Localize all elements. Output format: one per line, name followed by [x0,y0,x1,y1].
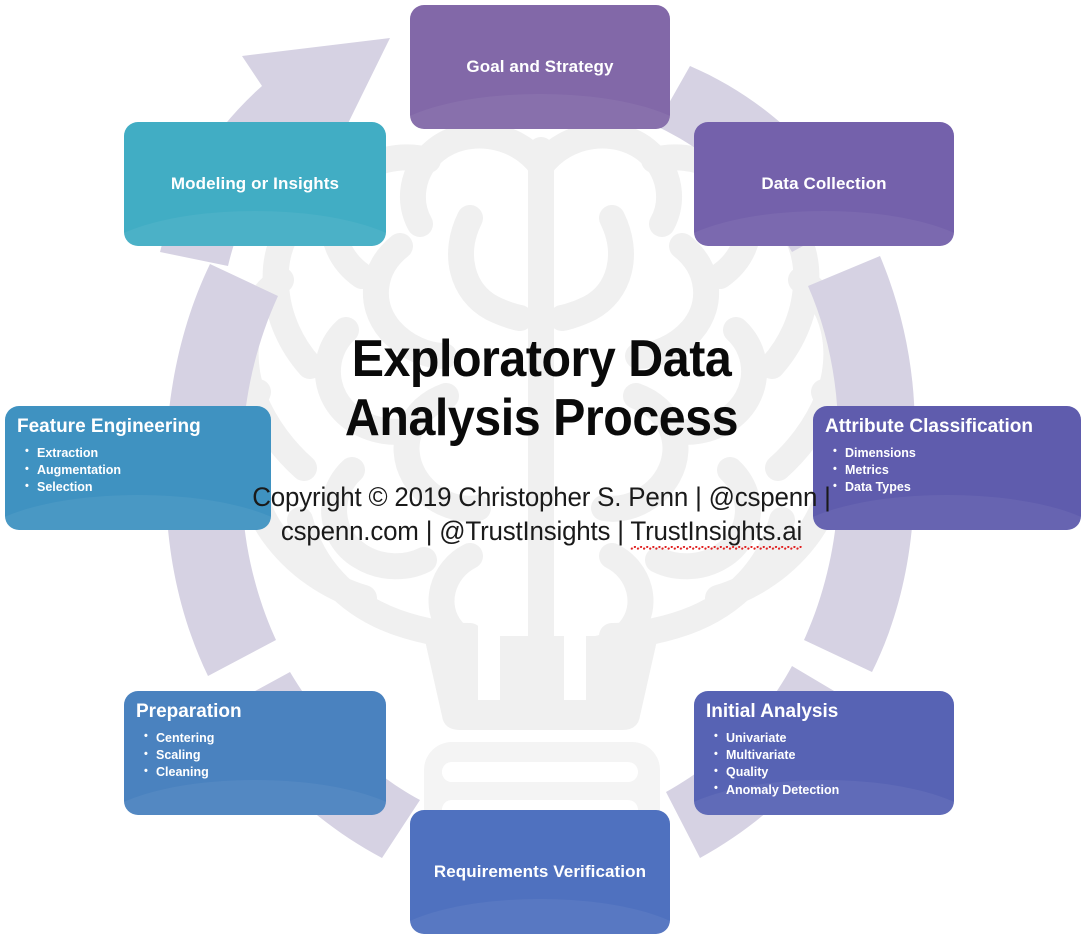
node-modeling-or-insights[interactable]: Modeling or Insights [124,122,386,246]
eda-process-diagram: Goal and Strategy Data Collection Attrib… [0,0,1083,938]
list-item: Multivariate [714,747,954,764]
copyright-line-2: cspenn.com | @TrustInsights | TrustInsig… [194,514,888,549]
node-title: Requirements Verification [433,861,647,881]
trustinsights-link[interactable]: TrustInsights.ai [630,516,802,550]
node-data-collection[interactable]: Data Collection [694,122,954,246]
page-title-line-1: Exploratory Data [351,330,732,388]
copyright-line-1: Copyright © 2019 Christopher S. Penn | @… [252,481,831,512]
node-initial-analysis[interactable]: Initial Analysis Univariate Multivariate… [694,691,954,815]
node-requirements-verification[interactable]: Requirements Verification [410,810,670,934]
list-item: Scaling [144,747,386,764]
node-sheen [124,780,386,815]
node-sheen [410,899,670,934]
copyright-line-2-text: cspenn.com | @TrustInsights | [280,516,631,547]
center-text-block: Exploratory Data Analysis Process Copyri… [180,330,903,549]
copyright-notice: Copyright © 2019 Christopher S. Penn | @… [194,480,888,549]
node-goal-and-strategy[interactable]: Goal and Strategy [410,5,670,129]
node-sheen [124,211,386,246]
node-sheen [410,94,670,129]
page-title-line-2: Analysis Process [344,388,739,447]
node-bullet-list: Univariate Multivariate Quality Anomaly … [706,729,954,799]
node-title: Goal and Strategy [466,56,614,76]
list-item: Quality [714,764,954,781]
node-title: Preparation [136,701,242,722]
node-bullet-list: Centering Scaling Cleaning [136,729,386,782]
node-sheen [694,211,954,246]
list-item: Cleaning [144,764,386,781]
node-title: Data Collection [761,173,887,193]
list-item: Centering [144,729,386,747]
node-title: Initial Analysis [706,701,839,722]
list-item: Univariate [714,729,954,747]
page-title: Exploratory Data Analysis Process [205,330,877,448]
node-preparation[interactable]: Preparation Centering Scaling Cleaning [124,691,386,815]
list-item: Anomaly Detection [714,781,954,799]
node-title: Modeling or Insights [170,173,340,193]
